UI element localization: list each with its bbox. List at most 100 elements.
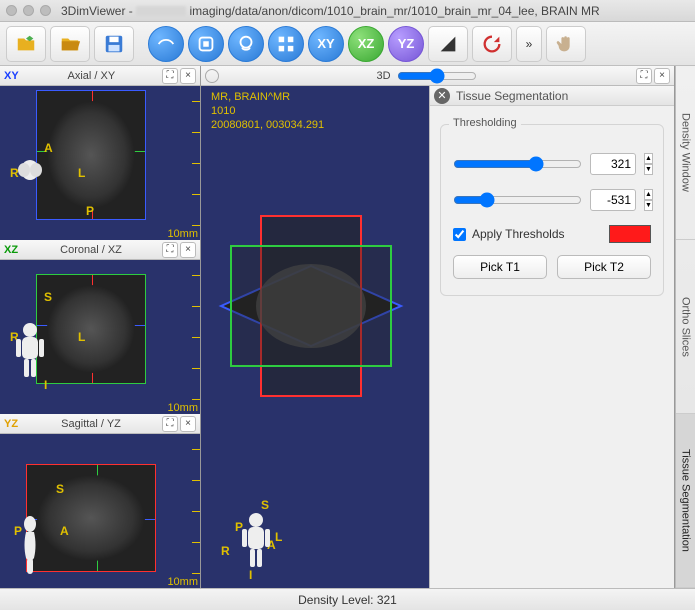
sagittal-title: Sagittal / YZ (61, 418, 121, 430)
sagittal-pane-header: YZ Sagittal / YZ ⛶ × (0, 414, 200, 434)
toolbar-overflow-button[interactable]: » (516, 26, 542, 62)
pick-t1-button[interactable]: Pick T1 (453, 255, 547, 279)
tab-ortho-slices[interactable]: Ortho Slices (676, 240, 695, 414)
window-controls[interactable] (6, 5, 51, 16)
pick-t2-button[interactable]: Pick T2 (557, 255, 651, 279)
threed-info-overlay: MR, BRAIN^MR 1010 20080801, 003034.291 (211, 90, 324, 132)
roi-button[interactable] (188, 26, 224, 62)
panel-header: ✕ Tissue Segmentation (430, 86, 674, 106)
main-area: XY Axial / XY ⛶ × A P R L 10mm XZ Corona… (0, 66, 695, 588)
orient-left: L (78, 330, 85, 344)
coronal-close-button[interactable]: × (180, 242, 196, 258)
reload-button[interactable] (472, 26, 512, 62)
mosaic-button[interactable] (268, 26, 304, 62)
panel-close-button[interactable]: ✕ (434, 88, 450, 104)
threed-viewport[interactable]: MR, BRAIN^MR 1010 20080801, 003034.291 S… (201, 86, 674, 588)
threed-close-button[interactable]: × (654, 68, 670, 84)
threed-planes-icon (201, 156, 421, 416)
panel-title: Tissue Segmentation (456, 89, 568, 103)
sagittal-snapshot-button[interactable]: ⛶ (162, 416, 178, 432)
coronal-title: Coronal / XZ (60, 244, 122, 256)
minimize-window-icon[interactable] (23, 5, 34, 16)
thresholding-group: Thresholding ▲▼ ▲▼ (440, 124, 664, 296)
threshold-high-slider[interactable] (453, 156, 582, 172)
threshold-low-slider[interactable] (453, 192, 582, 208)
threed-title: 3D (376, 70, 390, 82)
browse-folder-icon (59, 33, 81, 55)
center-column: 3D ⛶ × MR, BRAIN^MR 1010 20080801, 00303… (200, 66, 675, 588)
axial-pane-header: XY Axial / XY ⛶ × (0, 66, 200, 86)
chevron-right-icon: » (526, 37, 533, 51)
contrast-icon (437, 33, 459, 55)
threed-orientation-widget: S P L R A I (221, 502, 291, 582)
orientation-mannequin-icon (10, 320, 50, 380)
threshold-low-step-up[interactable]: ▲ (644, 189, 653, 200)
tab-tissue-segmentation[interactable]: Tissue Segmentation (676, 414, 695, 588)
threshold-high-step-up[interactable]: ▲ (644, 153, 653, 164)
threshold-high-input[interactable] (590, 153, 636, 175)
hand-icon (555, 33, 577, 55)
save-button[interactable] (94, 26, 134, 62)
status-bar: Density Level: 321 (0, 588, 695, 610)
reload-icon (481, 33, 503, 55)
threshold-low-step-down[interactable]: ▼ (644, 200, 653, 211)
orient-left: L (78, 166, 85, 180)
coronal-scale (186, 260, 200, 414)
open-button[interactable] (6, 26, 46, 62)
axial-snapshot-button[interactable]: ⛶ (162, 68, 178, 84)
axial-scale-label: 10mm (167, 228, 198, 240)
xy-plane-button[interactable]: XY (308, 26, 344, 62)
orient-superior: S (44, 290, 52, 304)
threshold-high-step-down[interactable]: ▼ (644, 164, 653, 175)
orient-anterior: A (44, 141, 53, 155)
titlebar: 3DimViewer - imaging/data/anon/dicom/101… (0, 0, 695, 22)
open-folder-icon (15, 33, 37, 55)
yz-plane-button[interactable]: YZ (388, 26, 424, 62)
window-title: 3DimViewer - imaging/data/anon/dicom/101… (61, 4, 689, 18)
orientation-mannequin-icon (10, 514, 50, 574)
close-window-icon[interactable] (6, 5, 17, 16)
side-tab-strip: Density Window Ortho Slices Tissue Segme… (675, 66, 695, 588)
orientation-mannequin-icon (10, 156, 50, 216)
slice-column: XY Axial / XY ⛶ × A P R L 10mm XZ Corona… (0, 66, 200, 588)
volume-icon (155, 33, 177, 55)
head-icon (235, 33, 257, 55)
contrast-button[interactable] (428, 26, 468, 62)
sagittal-scale-label: 10mm (167, 576, 198, 588)
coronal-viewport[interactable]: S I R L 10mm (0, 260, 200, 414)
sagittal-tag: YZ (4, 418, 18, 430)
threed-snapshot-button[interactable]: ⛶ (636, 68, 652, 84)
apply-thresholds-checkbox[interactable] (453, 228, 466, 241)
group-title: Thresholding (449, 117, 521, 129)
roi-icon (195, 33, 217, 55)
volume-button[interactable] (148, 26, 184, 62)
coronal-tag: XZ (4, 244, 18, 256)
coronal-snapshot-button[interactable]: ⛶ (162, 242, 178, 258)
threshold-low-input[interactable] (590, 189, 636, 211)
zoom-window-icon[interactable] (40, 5, 51, 16)
orient-anterior: A (60, 524, 69, 538)
axial-scale (186, 86, 200, 240)
orient-superior: S (56, 482, 64, 496)
xz-plane-button[interactable]: XZ (348, 26, 384, 62)
head-button[interactable] (228, 26, 264, 62)
apply-thresholds-label: Apply Thresholds (472, 227, 565, 241)
toolbar: XY XZ YZ » (0, 22, 695, 66)
threed-reset-icon[interactable] (205, 69, 219, 83)
coronal-scale-label: 10mm (167, 402, 198, 414)
segmentation-color-swatch[interactable] (609, 225, 651, 243)
tissue-segmentation-panel: ✕ Tissue Segmentation Thresholding ▲▼ (429, 86, 674, 588)
hand-tool-button[interactable] (546, 26, 586, 62)
tab-density-window[interactable]: Density Window (676, 66, 695, 240)
sagittal-close-button[interactable]: × (180, 416, 196, 432)
browse-button[interactable] (50, 26, 90, 62)
axial-title: Axial / XY (68, 70, 116, 82)
mosaic-icon (275, 33, 297, 55)
axial-viewport[interactable]: A P R L 10mm (0, 86, 200, 240)
orient-posterior: P (86, 204, 94, 218)
orient-inferior: I (44, 378, 47, 392)
save-icon (103, 33, 125, 55)
threed-opacity-slider[interactable] (397, 68, 477, 84)
sagittal-viewport[interactable]: S P A 10mm (0, 434, 200, 588)
axial-close-button[interactable]: × (180, 68, 196, 84)
